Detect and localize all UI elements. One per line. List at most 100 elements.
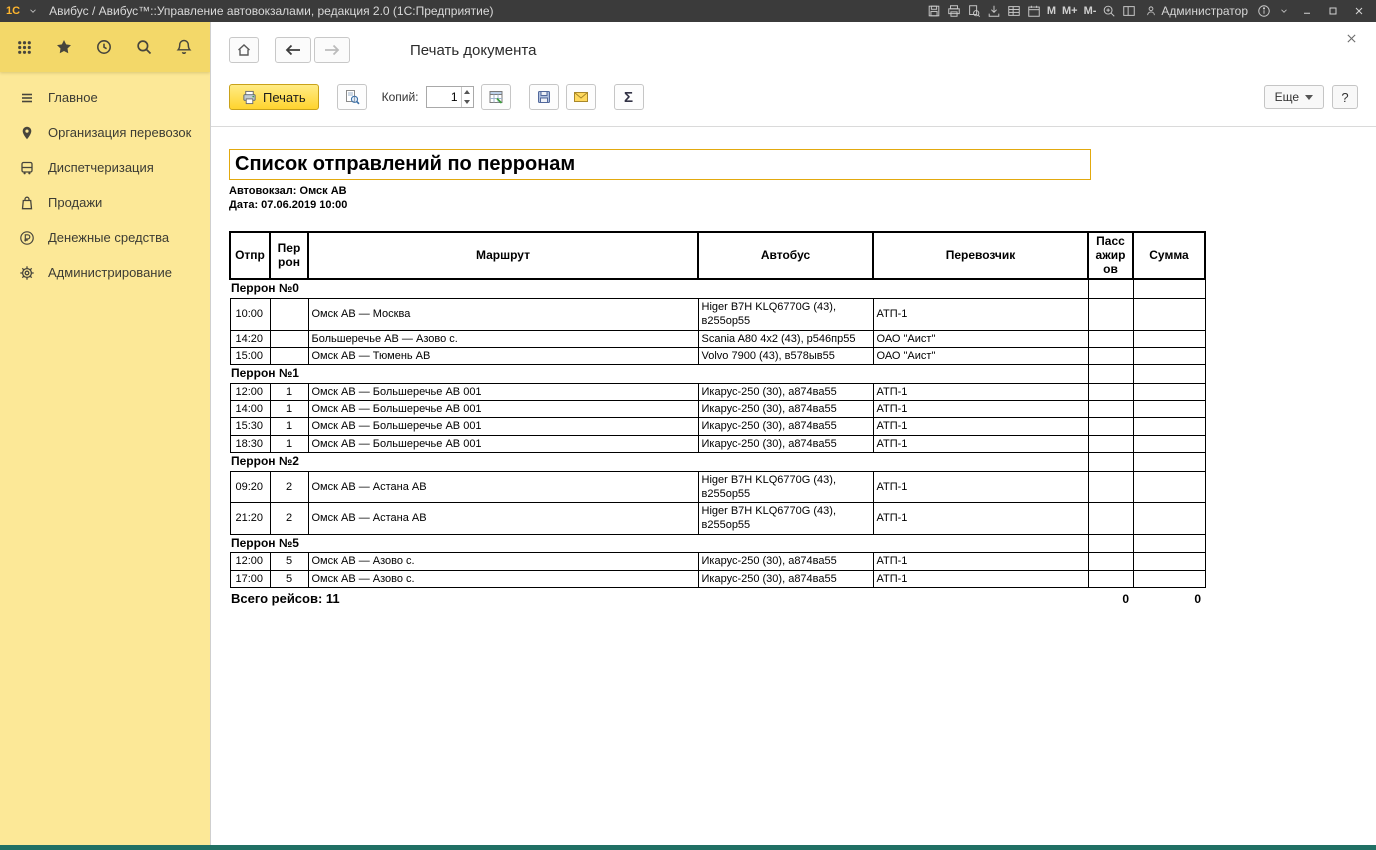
cell-platform[interactable]: 2 xyxy=(270,471,308,503)
cell-carrier[interactable]: АТП-1 xyxy=(873,298,1088,330)
group-passengers-cell[interactable] xyxy=(1088,452,1133,471)
cell-bus[interactable]: Икарус-250 (30), а874ва55 xyxy=(698,418,873,435)
calendar-button[interactable] xyxy=(1024,1,1044,21)
total-passengers[interactable]: 0 xyxy=(1088,587,1133,610)
minimize-button[interactable] xyxy=(1294,1,1320,21)
history-button[interactable] xyxy=(95,38,113,56)
cell-platform[interactable]: 1 xyxy=(270,418,308,435)
cell-route[interactable]: Омск АВ — Астана АВ xyxy=(308,471,698,503)
home-button[interactable] xyxy=(229,37,259,63)
cell-platform[interactable] xyxy=(270,347,308,364)
cell-passengers[interactable] xyxy=(1088,298,1133,330)
cell-sum[interactable] xyxy=(1133,553,1205,570)
document-title-cell[interactable]: Список отправлений по перронам xyxy=(229,149,1091,180)
cell-time[interactable]: 18:30 xyxy=(230,435,270,452)
group-passengers-cell[interactable] xyxy=(1088,534,1133,553)
cell-platform[interactable]: 1 xyxy=(270,383,308,400)
cell-platform[interactable]: 5 xyxy=(270,570,308,587)
cell-route[interactable]: Омск АВ — Азово с. xyxy=(308,553,698,570)
search-button[interactable] xyxy=(135,38,153,56)
back-button[interactable] xyxy=(275,37,311,63)
group-sum-cell[interactable] xyxy=(1133,452,1205,471)
date-line[interactable]: Дата: 07.06.2019 10:00 xyxy=(229,199,347,211)
cell-route[interactable]: Омск АВ — Большеречье АВ 001 xyxy=(308,383,698,400)
close-window-button[interactable] xyxy=(1346,1,1372,21)
panels-button[interactable] xyxy=(1119,1,1139,21)
memory-plus-button[interactable]: М+ xyxy=(1059,5,1081,17)
column-header[interactable]: Отпр xyxy=(230,232,270,279)
cell-sum[interactable] xyxy=(1133,471,1205,503)
cell-platform[interactable]: 1 xyxy=(270,401,308,418)
cell-passengers[interactable] xyxy=(1088,418,1133,435)
column-header[interactable]: Сумма xyxy=(1133,232,1205,279)
preview-button[interactable] xyxy=(337,84,367,110)
cell-bus[interactable]: Икарус-250 (30), а874ва55 xyxy=(698,435,873,452)
cell-sum[interactable] xyxy=(1133,298,1205,330)
cell-carrier[interactable]: ОАО "Аист" xyxy=(873,347,1088,364)
cell-sum[interactable] xyxy=(1133,503,1205,535)
cell-sum[interactable] xyxy=(1133,418,1205,435)
cell-time[interactable]: 10:00 xyxy=(230,298,270,330)
cell-sum[interactable] xyxy=(1133,435,1205,452)
cell-bus[interactable]: Higer B7H KLQ6770G (43), в255ор55 xyxy=(698,298,873,330)
cell-passengers[interactable] xyxy=(1088,347,1133,364)
cell-carrier[interactable]: АТП-1 xyxy=(873,435,1088,452)
copies-increment-button[interactable] xyxy=(462,87,473,97)
email-button[interactable] xyxy=(566,84,596,110)
titlebar-chevron-button[interactable] xyxy=(1274,1,1294,21)
cell-time[interactable]: 09:20 xyxy=(230,471,270,503)
print-button-titlebar[interactable] xyxy=(944,1,964,21)
favorites-button[interactable] xyxy=(55,38,73,56)
sidebar-item-glavnoe[interactable]: Главное xyxy=(0,80,210,115)
cell-carrier[interactable]: АТП-1 xyxy=(873,553,1088,570)
cell-passengers[interactable] xyxy=(1088,401,1133,418)
help-button[interactable]: ? xyxy=(1332,85,1358,109)
platform-group-label[interactable]: Перрон №0 xyxy=(230,279,1088,298)
cell-passengers[interactable] xyxy=(1088,570,1133,587)
cell-platform[interactable] xyxy=(270,298,308,330)
cell-time[interactable]: 15:00 xyxy=(230,347,270,364)
cell-route[interactable]: Омск АВ — Москва xyxy=(308,298,698,330)
print-button[interactable]: Печать xyxy=(229,84,319,110)
sidebar-item-denezhnye-sredstva[interactable]: Денежные средства xyxy=(0,220,210,255)
group-sum-cell[interactable] xyxy=(1133,279,1205,298)
cell-passengers[interactable] xyxy=(1088,435,1133,452)
column-header[interactable]: Маршрут xyxy=(308,232,698,279)
export-button[interactable] xyxy=(984,1,1004,21)
cell-route[interactable]: Большеречье АВ — Азово с. xyxy=(308,330,698,347)
cell-route[interactable]: Омск АВ — Большеречье АВ 001 xyxy=(308,435,698,452)
column-header[interactable]: Перевозчик xyxy=(873,232,1088,279)
form-close-button[interactable] xyxy=(1340,27,1362,49)
notifications-button[interactable] xyxy=(175,38,193,56)
cell-route[interactable]: Омск АВ — Большеречье АВ 001 xyxy=(308,401,698,418)
column-header[interactable]: Пасс ажир ов xyxy=(1088,232,1133,279)
cell-passengers[interactable] xyxy=(1088,503,1133,535)
cell-sum[interactable] xyxy=(1133,383,1205,400)
cell-time[interactable]: 12:00 xyxy=(230,553,270,570)
apps-grid-button[interactable] xyxy=(15,38,33,56)
cell-carrier[interactable]: ОАО "Аист" xyxy=(873,330,1088,347)
copies-input[interactable] xyxy=(427,87,460,107)
cell-bus[interactable]: Икарус-250 (30), а874ва55 xyxy=(698,553,873,570)
cell-sum[interactable] xyxy=(1133,347,1205,364)
cell-carrier[interactable]: АТП-1 xyxy=(873,570,1088,587)
spreadsheet-button[interactable] xyxy=(1004,1,1024,21)
cell-sum[interactable] xyxy=(1133,401,1205,418)
cell-time[interactable]: 17:00 xyxy=(230,570,270,587)
info-button[interactable] xyxy=(1254,1,1274,21)
platform-group-label[interactable]: Перрон №5 xyxy=(230,534,1088,553)
save-button[interactable] xyxy=(924,1,944,21)
cell-sum[interactable] xyxy=(1133,330,1205,347)
cell-time[interactable]: 15:30 xyxy=(230,418,270,435)
sum-button[interactable]: Σ xyxy=(614,84,644,110)
sidebar-item-dispetcherizaciya[interactable]: Диспетчеризация xyxy=(0,150,210,185)
cell-route[interactable]: Омск АВ — Тюмень АВ xyxy=(308,347,698,364)
save-document-button[interactable] xyxy=(529,84,559,110)
cell-route[interactable]: Омск АВ — Астана АВ xyxy=(308,503,698,535)
sidebar-item-organizaciya-perevozok[interactable]: Организация перевозок xyxy=(0,115,210,150)
cell-bus[interactable]: Икарус-250 (30), а874ва55 xyxy=(698,570,873,587)
cell-platform[interactable] xyxy=(270,330,308,347)
group-sum-cell[interactable] xyxy=(1133,365,1205,384)
print-preview-button-titlebar[interactable] xyxy=(964,1,984,21)
departures-table[interactable]: ОтпрПер ронМаршрутАвтобусПеревозчикПасс … xyxy=(229,231,1206,611)
